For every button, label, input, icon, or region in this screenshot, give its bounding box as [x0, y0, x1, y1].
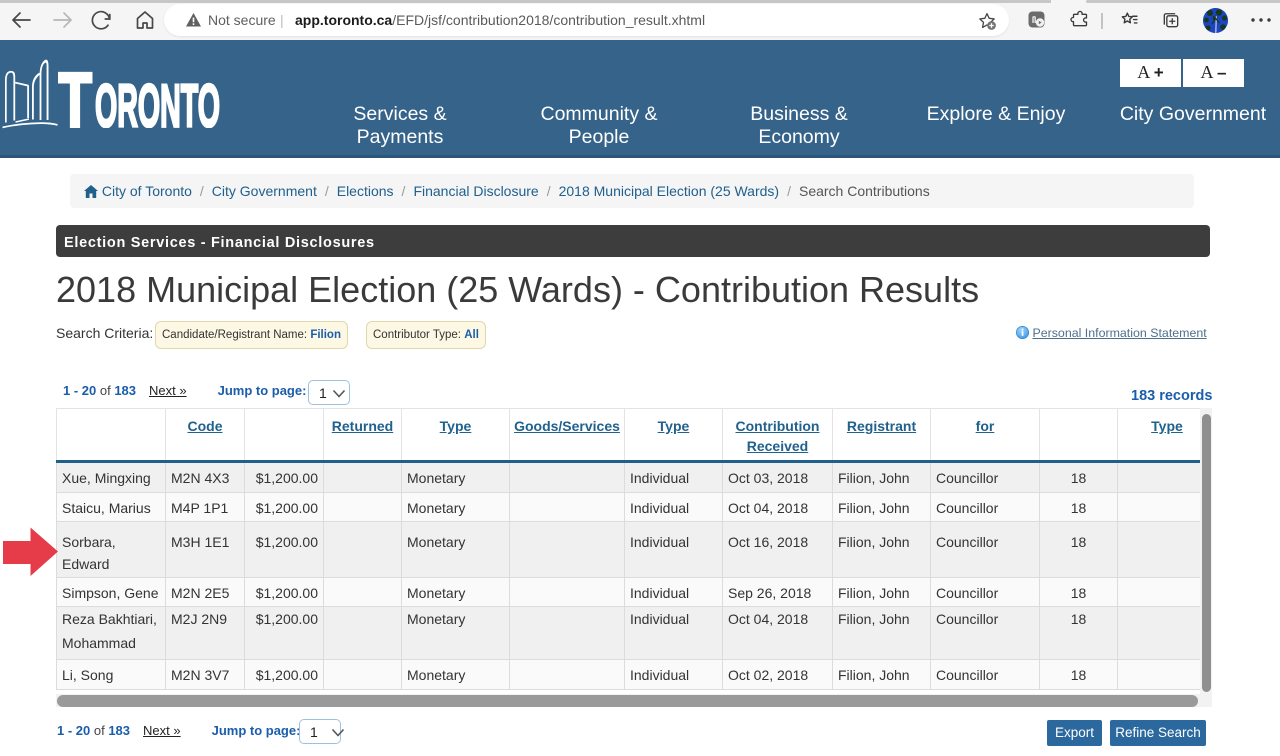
svg-text:ORONTO: ORONTO — [95, 72, 220, 129]
svg-text:T: T — [58, 70, 92, 128]
